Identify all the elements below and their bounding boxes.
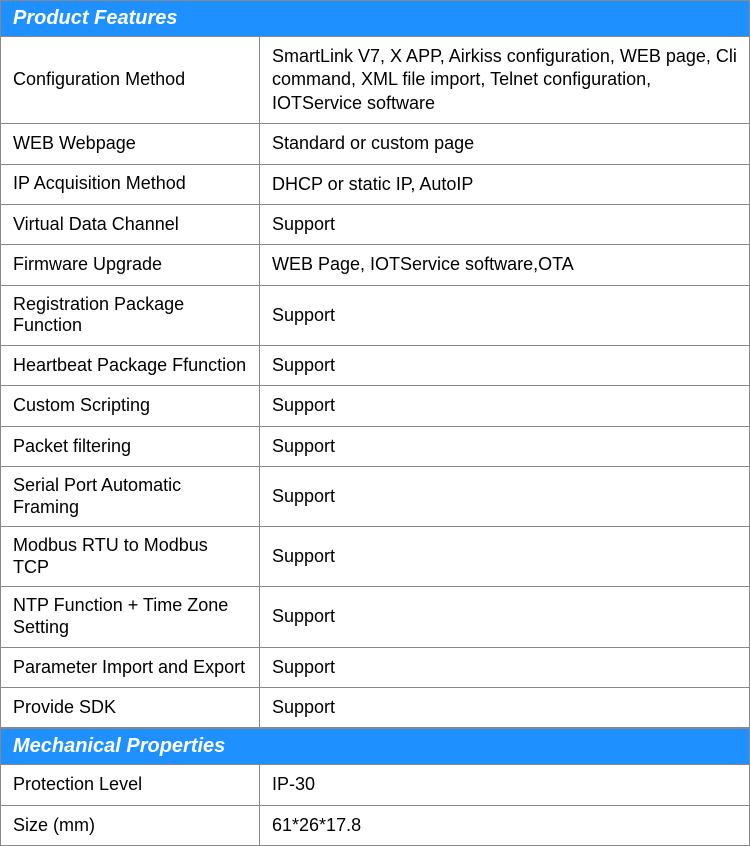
row-label: WEB Webpage	[0, 124, 260, 164]
table-row: Protection LevelIP-30	[0, 765, 750, 805]
section-header: Mechanical Properties	[0, 728, 750, 765]
table-row: Serial Port Automatic FramingSupport	[0, 467, 750, 527]
row-label: Heartbeat Package Ffunction	[0, 346, 260, 386]
row-value: Support	[260, 467, 750, 527]
row-value: Support	[260, 688, 750, 728]
row-label: Provide SDK	[0, 688, 260, 728]
row-value: Support	[260, 205, 750, 245]
row-label: NTP Function + Time Zone Setting	[0, 587, 260, 647]
spec-table: Product FeaturesConfiguration MethodSmar…	[0, 0, 750, 846]
table-row: NTP Function + Time Zone SettingSupport	[0, 587, 750, 647]
table-row: Custom ScriptingSupport	[0, 386, 750, 426]
row-value: Support	[260, 427, 750, 467]
table-row: Parameter Import and ExportSupport	[0, 648, 750, 688]
row-label: Firmware Upgrade	[0, 245, 260, 285]
row-value: Support	[260, 386, 750, 426]
row-label: IP Acquisition Method	[0, 165, 260, 205]
table-row: Heartbeat Package FfunctionSupport	[0, 346, 750, 386]
row-value: Support	[260, 527, 750, 587]
row-value: Support	[260, 286, 750, 346]
row-value: IP-30	[260, 765, 750, 805]
table-row: Firmware UpgradeWEB Page, IOTService sof…	[0, 245, 750, 285]
section-header: Product Features	[0, 0, 750, 37]
row-label: Protection Level	[0, 765, 260, 805]
row-value: SmartLink V7, X APP, Airkiss configurati…	[260, 37, 750, 124]
row-label: Modbus RTU to Modbus TCP	[0, 527, 260, 587]
row-value: DHCP or static IP, AutoIP	[260, 165, 750, 205]
row-label: Custom Scripting	[0, 386, 260, 426]
row-label: Registration Package Function	[0, 286, 260, 346]
table-row: Configuration MethodSmartLink V7, X APP,…	[0, 37, 750, 124]
row-label: Packet filtering	[0, 427, 260, 467]
table-row: Registration Package FunctionSupport	[0, 286, 750, 346]
row-label: Virtual Data Channel	[0, 205, 260, 245]
row-value: Support	[260, 346, 750, 386]
row-label: Size (mm)	[0, 806, 260, 846]
table-row: Packet filteringSupport	[0, 427, 750, 467]
table-row: Size (mm)61*26*17.8	[0, 806, 750, 846]
row-label: Parameter Import and Export	[0, 648, 260, 688]
table-row: Modbus RTU to Modbus TCPSupport	[0, 527, 750, 587]
table-row: WEB WebpageStandard or custom page	[0, 124, 750, 164]
row-value: 61*26*17.8	[260, 806, 750, 846]
table-row: Virtual Data ChannelSupport	[0, 205, 750, 245]
row-value: WEB Page, IOTService software,OTA	[260, 245, 750, 285]
row-value: Standard or custom page	[260, 124, 750, 164]
row-value: Support	[260, 648, 750, 688]
row-value: Support	[260, 587, 750, 647]
table-row: IP Acquisition MethodDHCP or static IP, …	[0, 165, 750, 205]
table-row: Provide SDKSupport	[0, 688, 750, 728]
row-label: Serial Port Automatic Framing	[0, 467, 260, 527]
row-label: Configuration Method	[0, 37, 260, 124]
